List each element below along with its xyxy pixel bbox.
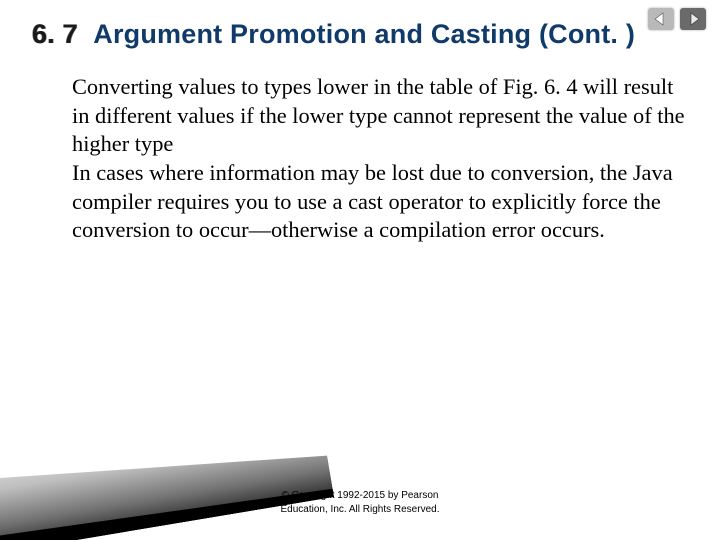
- section-number: 6. 7: [32, 19, 78, 49]
- bullet-icon: [52, 73, 72, 81]
- next-button[interactable]: [680, 8, 706, 30]
- title-text: Argument Promotion and Casting (Cont. ): [93, 19, 635, 49]
- back-arrow-icon: [653, 12, 669, 26]
- nav-controls: [648, 8, 706, 30]
- copyright-footer: © Copyright 1992-2015 by Pearson Educati…: [0, 489, 720, 516]
- body-text: Converting values to types lower in the …: [32, 73, 692, 245]
- slide-title: 6. 7 Argument Promotion and Casting (Con…: [32, 18, 692, 51]
- list-item: In cases where information may be lost d…: [52, 159, 692, 245]
- footer-line-2: Education, Inc. All Rights Reserved.: [0, 503, 720, 517]
- prev-button[interactable]: [648, 8, 674, 30]
- list-item: Converting values to types lower in the …: [52, 73, 692, 159]
- forward-arrow-icon: [685, 12, 701, 26]
- bullet-icon: [52, 159, 72, 167]
- bullet-text: Converting values to types lower in the …: [72, 73, 692, 159]
- bullet-text: In cases where information may be lost d…: [72, 159, 692, 245]
- footer-line-1: © Copyright 1992-2015 by Pearson: [0, 489, 720, 503]
- slide: 6. 7 Argument Promotion and Casting (Con…: [0, 0, 720, 540]
